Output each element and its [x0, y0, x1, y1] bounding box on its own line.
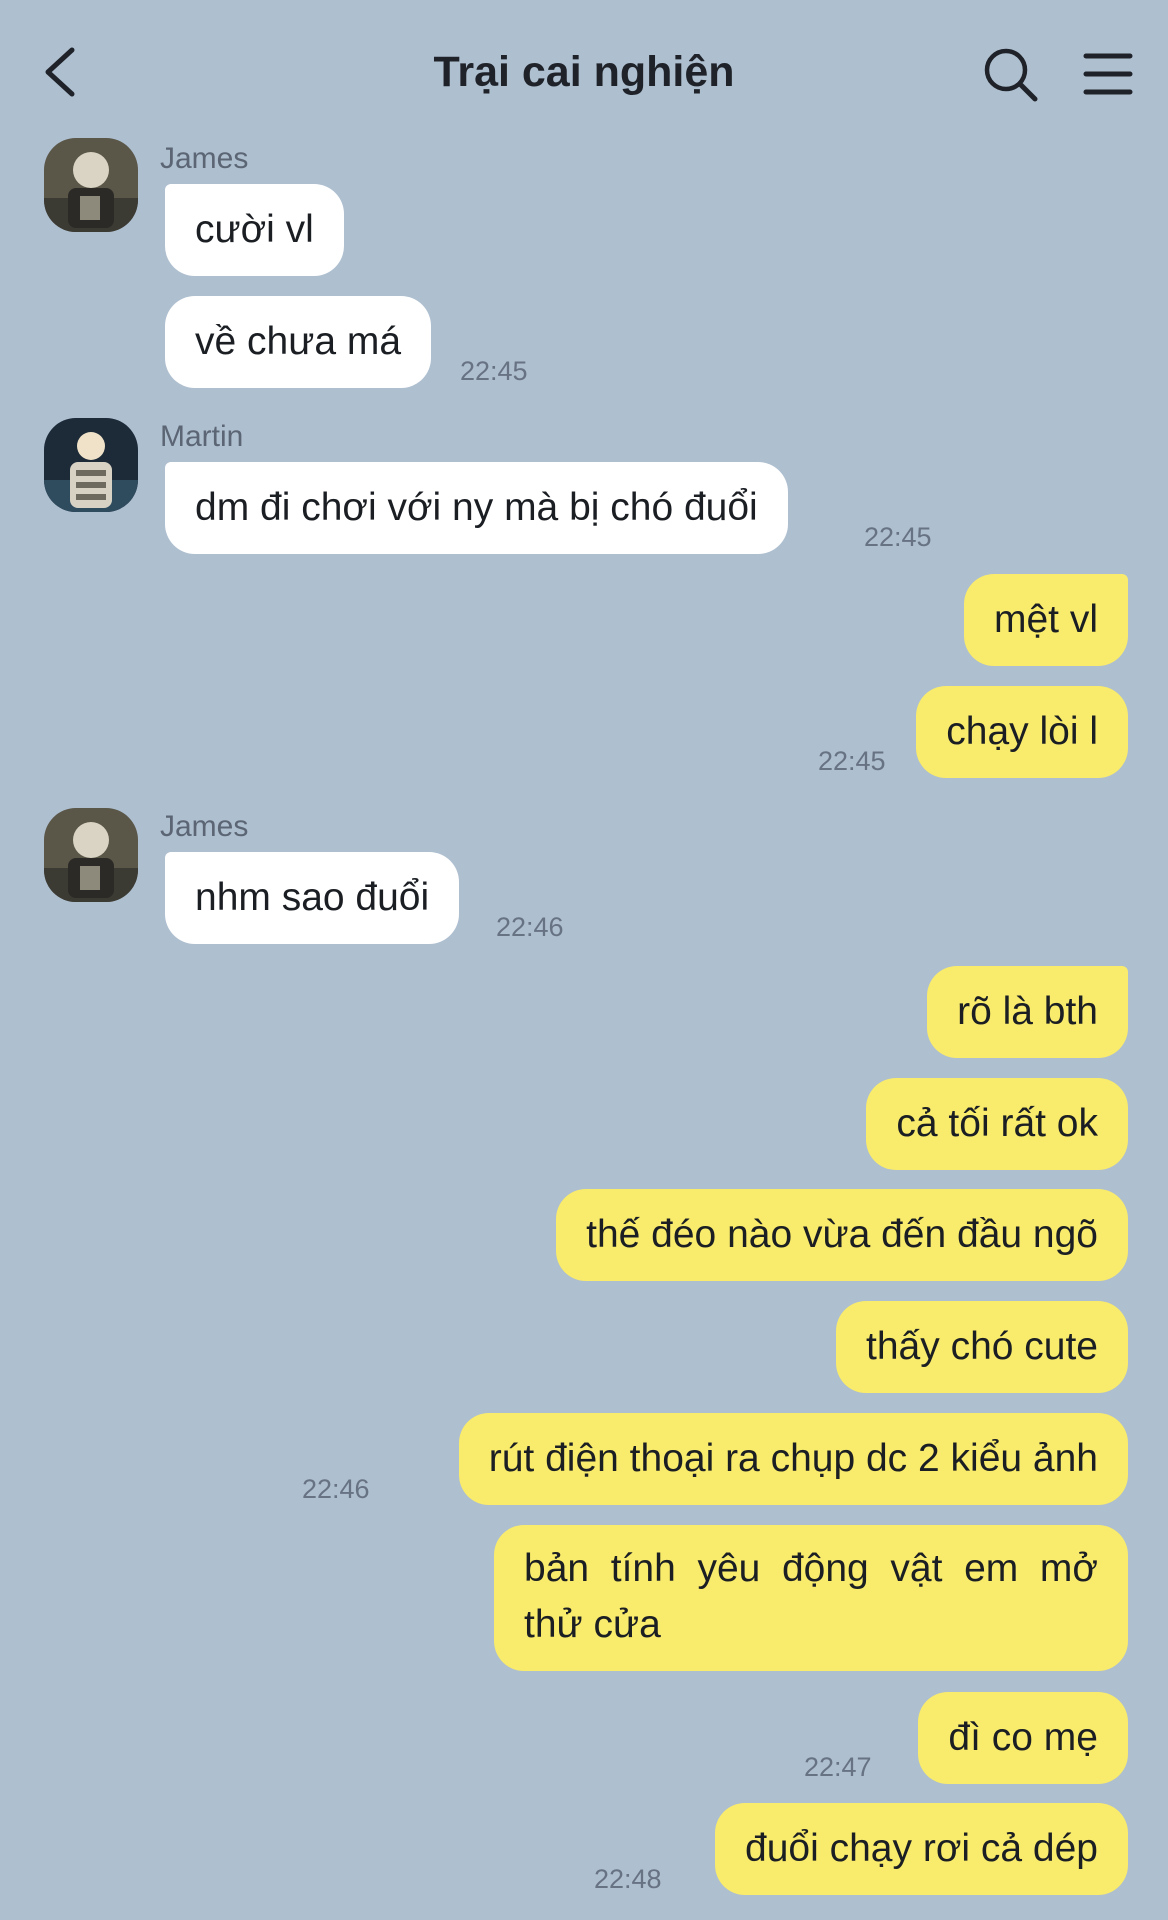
message-timestamp: 22:48 [594, 1864, 662, 1894]
message-bubble-outgoing[interactable]: rõ là bth [927, 966, 1128, 1058]
message-bubble-outgoing[interactable]: đuổi chạy rơi cả dép [715, 1803, 1128, 1895]
message-bubble-incoming[interactable]: về chưa má [165, 296, 432, 388]
message-timestamp: 22:45 [460, 356, 528, 386]
message-timestamp: 22:46 [302, 1474, 370, 1504]
message-bubble-outgoing[interactable]: thế đéo nào vừa đến đầu ngõ [556, 1189, 1128, 1281]
message-bubble-incoming[interactable]: cười vl [165, 184, 344, 276]
menu-button[interactable] [1080, 46, 1136, 102]
message-bubble-outgoing[interactable]: mệt vl [963, 574, 1128, 666]
sender-name: James [160, 810, 249, 843]
avatar-photo [44, 808, 138, 902]
hamburger-menu-icon [1083, 53, 1133, 95]
message-bubble-outgoing[interactable]: rút điện thoại ra chụp dc 2 kiểu ảnh [458, 1413, 1128, 1505]
message-bubble-incoming[interactable]: dm đi chơi với ny mà bị chó đuổi [165, 462, 788, 554]
chat-header: Trại cai nghiện [0, 0, 1168, 148]
avatar-james[interactable] [44, 138, 138, 232]
message-bubble-outgoing[interactable]: bản tính yêu động vật em mở thử cửa [494, 1525, 1128, 1671]
message-timestamp: 22:45 [864, 522, 932, 552]
message-bubble-outgoing[interactable]: chạy lòi l [916, 686, 1128, 778]
avatar-photo [44, 418, 138, 512]
message-timestamp: 22:45 [818, 746, 886, 776]
sender-name: James [160, 142, 249, 175]
message-timestamp: 22:47 [804, 1752, 872, 1782]
avatar-photo [44, 138, 138, 232]
search-icon [984, 48, 1038, 102]
avatar-james[interactable] [44, 808, 138, 902]
sender-name: Martin [160, 420, 244, 453]
search-button[interactable] [980, 44, 1040, 104]
message-bubble-outgoing[interactable]: đì co mẹ [918, 1692, 1128, 1784]
message-bubble-outgoing[interactable]: thấy chó cute [836, 1301, 1128, 1393]
message-bubble-incoming[interactable]: nhm sao đuổi [165, 852, 460, 944]
message-bubble-outgoing[interactable]: cả tối rất ok [866, 1078, 1128, 1170]
avatar-martin[interactable] [44, 418, 138, 512]
message-timestamp: 22:46 [496, 912, 564, 942]
